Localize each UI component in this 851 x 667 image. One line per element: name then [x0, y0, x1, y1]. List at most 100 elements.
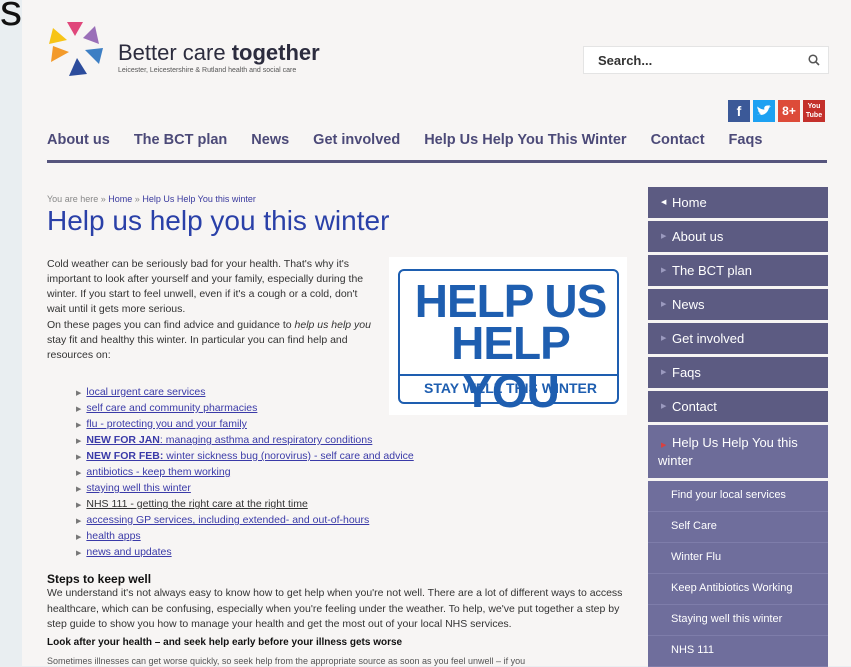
arrow-icon: ▶ — [661, 442, 667, 449]
cut-off-paragraph: Sometimes illnesses can get worse quickl… — [47, 656, 526, 666]
sidebar-item-help-us-help-you[interactable]: ▶ Help Us Help You this winter — [648, 425, 828, 481]
arrow-icon: ▶ — [76, 422, 82, 429]
sidebar-nav: ◀ Home ▶ About us ▶ The BCT plan ▶ News ▶ Get… — [648, 187, 828, 667]
arrow-icon: ▶ — [76, 454, 82, 461]
logo-subtitle: Leicester, Leicestershire & Rutland heal… — [118, 67, 297, 74]
nav-help-us-help-you[interactable]: Help Us Help You This Winter — [424, 130, 626, 160]
sidebar-item-news[interactable]: ▶ News — [648, 289, 828, 323]
link-news-updates[interactable]: news and updates — [86, 546, 171, 558]
banner-line-3: STAY WELL THIS WINTER — [424, 380, 597, 396]
sidebar-item-label: Home — [672, 195, 707, 210]
sidebar-item-label: About us — [672, 229, 724, 244]
arrow-left-icon: ◀ — [661, 199, 667, 206]
link-norovirus[interactable]: NEW FOR FEB: winter sickness bug (norovi… — [86, 450, 413, 462]
link-local-urgent-care[interactable]: local urgent care services — [86, 386, 205, 398]
list-item: ▶ staying well this winter — [76, 481, 414, 497]
link-text: : managing asthma and respiratory condit… — [159, 434, 373, 446]
banner-divider — [400, 374, 617, 376]
page: Better care together Leicester, Leiceste… — [22, 0, 851, 667]
arrow-icon: ▶ — [76, 550, 82, 557]
sidebar-item-faqs[interactable]: ▶ Faqs — [648, 357, 828, 391]
nav-bct-plan[interactable]: The BCT plan — [134, 130, 227, 160]
logo-icon[interactable] — [47, 22, 109, 80]
intro-paragraph-2: On these pages you can find advice and g… — [47, 318, 377, 363]
arrow-icon: ▶ — [661, 335, 667, 342]
link-staying-well[interactable]: staying well this winter — [86, 482, 190, 494]
google-plus-icon[interactable]: 8+ — [778, 100, 800, 122]
page-title: Help us help you this winter — [47, 205, 390, 236]
link-antibiotics[interactable]: antibiotics - keep them working — [86, 466, 230, 478]
logo-title[interactable]: Better care together — [118, 40, 320, 66]
sidebar-item-label: News — [672, 297, 705, 312]
main-nav: About us The BCT plan News Get involved … — [47, 130, 827, 163]
stray-text: s — [0, 0, 22, 35]
arrow-icon: ▶ — [661, 369, 667, 376]
breadcrumb-current[interactable]: Help Us Help You this winter — [142, 194, 256, 204]
search-input[interactable] — [596, 52, 800, 69]
breadcrumb-separator: » — [134, 194, 140, 204]
list-item: ▶ news and updates — [76, 545, 414, 561]
help-us-help-you-banner[interactable]: HELP US HELP YOU STAY WELL THIS WINTER — [389, 257, 627, 415]
sidebar-sub-nhs-111[interactable]: NHS 111 — [648, 636, 828, 667]
breadcrumb: You are here » Home » Help Us Help You t… — [47, 194, 256, 204]
arrow-icon: ▶ — [76, 470, 82, 477]
list-item: ▶ NEW FOR FEB: winter sickness bug (norov… — [76, 449, 414, 465]
list-item: ▶ self care and community pharmacies — [76, 401, 414, 417]
resource-links: ▶ local urgent care services ▶ self care a… — [76, 385, 414, 561]
breadcrumb-prefix: You are here — [47, 194, 99, 204]
youtube-icon[interactable]: You Tube — [803, 100, 825, 122]
steps-paragraph: We understand it's not always easy to kn… — [47, 587, 623, 630]
sidebar-sub-winter-flu[interactable]: Winter Flu — [648, 543, 828, 574]
sidebar-item-home[interactable]: ◀ Home — [648, 187, 828, 221]
intro-emphasis: help us help you — [294, 319, 371, 331]
sidebar-sub-self-care[interactable]: Self Care — [648, 512, 828, 543]
sidebar-item-label: The BCT plan — [672, 263, 752, 278]
sidebar-item-get-involved[interactable]: ▶ Get involved — [648, 323, 828, 357]
list-item: ▶ antibiotics - keep them working — [76, 465, 414, 481]
sidebar-item-contact[interactable]: ▶ Contact — [648, 391, 828, 425]
link-health-apps[interactable]: health apps — [86, 530, 140, 542]
logo-title-bold: together — [231, 40, 320, 65]
steps-heading: Steps to keep well — [47, 572, 152, 586]
social-links: f 8+ You Tube — [728, 100, 825, 122]
sidebar-item-label: Contact — [672, 399, 717, 414]
facebook-icon[interactable]: f — [728, 100, 750, 122]
arrow-icon: ▶ — [661, 403, 667, 410]
nav-contact[interactable]: Contact — [651, 130, 705, 160]
nav-news[interactable]: News — [251, 130, 289, 160]
breadcrumb-home[interactable]: Home — [108, 194, 132, 204]
arrow-icon: ▶ — [76, 390, 82, 397]
nav-about-us[interactable]: About us — [47, 130, 110, 160]
arrow-icon: ▶ — [661, 301, 667, 308]
sidebar-item-label: Get involved — [672, 331, 745, 346]
logo-title-regular: Better care — [118, 40, 232, 65]
nav-get-involved[interactable]: Get involved — [313, 130, 400, 160]
link-flu[interactable]: flu - protecting you and your family — [86, 418, 247, 430]
nav-faqs[interactable]: Faqs — [729, 130, 763, 160]
arrow-icon: ▶ — [76, 534, 82, 541]
twitter-icon[interactable] — [753, 100, 775, 122]
link-asthma[interactable]: NEW FOR JAN: managing asthma and respira… — [86, 434, 372, 446]
list-item: ▶ local urgent care services — [76, 385, 414, 401]
arrow-icon: ▶ — [76, 438, 82, 445]
sidebar-sub-staying-well[interactable]: Staying well this winter — [648, 605, 828, 636]
sidebar-item-bct-plan[interactable]: ▶ The BCT plan — [648, 255, 828, 289]
intro-text-b: stay fit and healthy this winter. In par… — [47, 334, 348, 361]
list-item: ▶ NEW FOR JAN: managing asthma and respir… — [76, 433, 414, 449]
search-icon[interactable] — [808, 54, 820, 66]
sidebar-sub-antibiotics[interactable]: Keep Antibiotics Working — [648, 574, 828, 605]
arrow-icon: ▶ — [76, 486, 82, 493]
sidebar-item-label: Help Us Help You this winter — [658, 435, 798, 468]
sidebar-sub-find-services[interactable]: Find your local services — [648, 481, 828, 512]
arrow-icon: ▶ — [661, 233, 667, 240]
list-item: ▶ flu - protecting you and your family — [76, 417, 414, 433]
intro-paragraph-1: Cold weather can be seriously bad for yo… — [47, 258, 364, 315]
intro-text-a: On these pages you can find advice and g… — [47, 319, 295, 331]
sidebar-item-label: Faqs — [672, 365, 701, 380]
link-self-care[interactable]: self care and community pharmacies — [86, 402, 257, 414]
link-gp-services[interactable]: accessing GP services, including extende… — [86, 514, 369, 526]
link-text: winter sickness bug (norovirus) - self c… — [163, 450, 414, 462]
list-item: ▶ health apps — [76, 529, 414, 545]
arrow-icon: ▶ — [76, 518, 82, 525]
sidebar-item-about-us[interactable]: ▶ About us — [648, 221, 828, 255]
